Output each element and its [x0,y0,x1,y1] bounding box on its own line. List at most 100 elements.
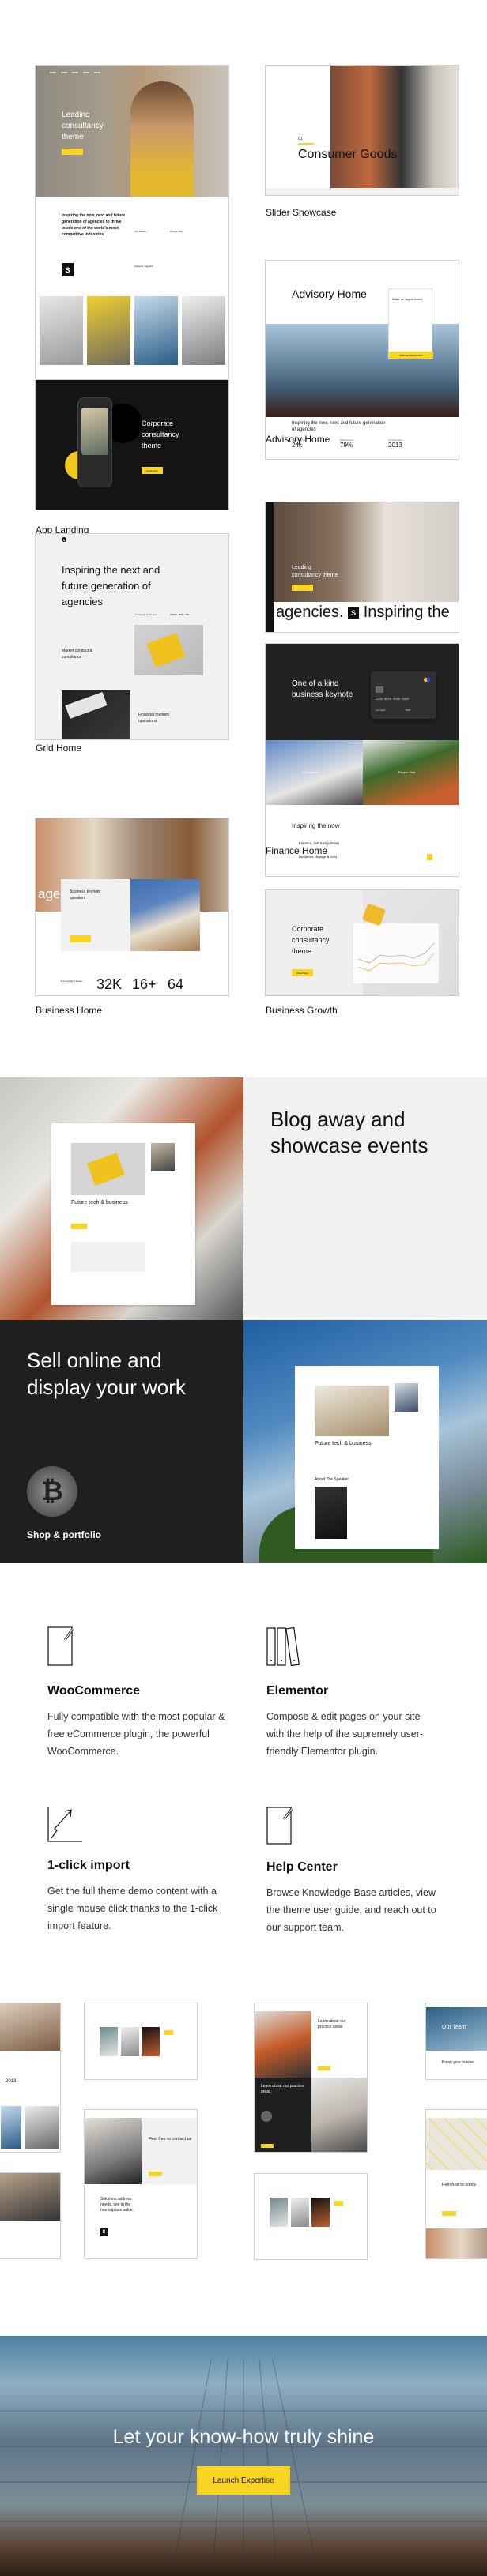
read-more-button[interactable] [70,935,91,942]
slide-progress [298,143,314,145]
demo-label-grid-home[interactable]: Grid Home [36,743,81,754]
note-pencil-icon [266,1807,293,1845]
launch-expertise-button[interactable]: Launch Expertise [197,2466,290,2495]
demo-label-business-home[interactable]: Business Home [36,1005,102,1016]
feature-woocommerce: WooCommerce Fully compatible with the mo… [47,1626,245,1760]
demo-card-main-home[interactable]: Leading consultancy theme Inspiring the … [35,65,229,385]
logo-icon: S [348,607,360,619]
mockup-speaker-heading: About The Speaker [315,1477,349,1482]
read-more-button[interactable]: Read More [292,969,313,976]
collage-shop-grid[interactable] [84,2003,198,2080]
binder-image [134,625,203,675]
product-2 [121,2027,139,2056]
make-appointment-button[interactable]: Make an Appointment [389,352,433,359]
tagline: Inspiring the now, next and future gener… [62,213,126,237]
demo-card-business-growth[interactable]: Corporate consultancy theme Read More [265,889,459,996]
demo-label-advisory-home[interactable]: Advisory Home [266,434,330,445]
demo-label-business-growth[interactable]: Business Growth [266,1005,338,1016]
form-title: Make an appointment [392,297,423,301]
read-more-button[interactable] [62,149,83,155]
appointment-form[interactable]: Make an appointment Make an Appointment [388,288,433,359]
dashboard-chart [357,942,435,972]
shop-section: Sell online and display your work ₿ Shop… [0,1320,487,1563]
collage-conference-photo[interactable] [0,2172,61,2259]
tile-people-first[interactable]: People First [363,740,459,805]
stats-caption: From strategy to delivery [61,980,83,983]
email[interactable]: solutions@goals.com [134,613,157,616]
product-1 [270,2198,288,2227]
shop-text-panel: Sell online and display your work ₿ Shop… [0,1320,244,1563]
mockup-sidebar-photo [151,1143,175,1171]
mockup-quote [71,1242,145,1272]
demo-card-conference-home[interactable]: Leading consultancy theme agencies. S In… [265,502,459,633]
growth-arrow-icon [47,1807,82,1842]
feature-advance-together: Advance Together [134,265,154,268]
demo-card-app-landing[interactable]: Corporate consultancy theme Read More [35,379,229,510]
photo [0,2173,60,2221]
mockup-image [315,1386,389,1436]
collage-contact[interactable]: Feel free to contact us Solutions addres… [84,2109,198,2259]
tile-our-values[interactable]: Our Values [266,740,363,805]
read-more-button[interactable] [318,2066,330,2070]
marquee-text: agencies. S Inspiring the [276,604,450,622]
phone[interactable]: (0650) - 835 - 788 [170,613,189,616]
hero-image: Leading consultancy theme [36,66,228,197]
hero-image [330,66,459,188]
demo-card-finance-home[interactable]: One of a kind business keynote 1234 5678… [265,643,459,877]
send-message-button[interactable] [442,2211,456,2216]
collage-shop-grid-2[interactable] [254,2173,368,2260]
item-financial-markets: Financial markets operations [138,713,170,724]
photo-reading [311,2078,367,2152]
blog-text-panel: Blog away and showcase events [244,1077,487,1320]
feature-desc: Get the full theme demo content with a s… [47,1886,218,1931]
read-more-button[interactable]: Read More [142,467,163,474]
side-bar [266,502,274,632]
photo-building [1,2106,21,2149]
collage-advisory-stats[interactable]: 2013 [0,2003,61,2153]
feature-desc: Fully compatible with the most popular &… [47,1711,225,1757]
cta-section: Let your know-how truly shine Launch Exp… [0,2336,487,2576]
bitcoin-icon: ₿ [27,1466,77,1517]
collage-our-team[interactable]: Our Team Boost your busine [425,2003,487,2080]
filter-button[interactable] [334,2201,343,2206]
business-keynote-block: Business keynote speakers [61,879,130,951]
demo-card-grid-home[interactable]: S Inspiring the next and future generati… [35,533,229,740]
accordion-toggle[interactable] [427,854,432,860]
send-message-button[interactable] [149,2172,162,2176]
marquee-word: agencies. [276,604,344,621]
nav-menu[interactable] [50,72,100,73]
boost-text: Boost your busine [442,2060,474,2065]
thumb-3 [134,296,178,365]
cta-title: Let your know-how truly shine [112,2426,375,2448]
demo-label-finance-home[interactable]: Finance Home [266,845,327,856]
mockup-post-title: Future tech & business [71,1200,128,1205]
demo-card-slider-showcase[interactable]: 01 Consumer Goods [265,65,459,196]
shop-title: Sell online and display your work [27,1348,186,1399]
tagline: Inspiring the now, next and future gener… [292,421,386,432]
collage-contact-map[interactable]: Feel free to conta [425,2109,487,2259]
demo-card-advisory-home[interactable]: Advisory Home Make an appointment Make a… [265,260,459,460]
read-more-button[interactable] [261,2144,274,2148]
note-pencil-icon [47,1626,74,1666]
binders-icon [266,1626,300,1667]
photo-team [25,2106,59,2149]
product-3 [142,2027,160,2056]
card-number: 1234 5678 9000 0000 [376,697,410,701]
bottom-bar [266,188,459,195]
card-logo [424,678,430,682]
hero-title: Corporate consultancy theme [142,419,179,449]
collage-practice-areas[interactable]: Learn about our practice areas Learn abo… [254,2003,368,2153]
team-title: Our Team [442,2025,466,2030]
read-more-button[interactable] [292,585,313,591]
contact-panel: Feel free to contact us [142,2118,197,2184]
mockup-post-title: Future tech & business [315,1441,372,1446]
filter-button[interactable] [164,2030,173,2035]
stat-value: 2013 [6,2079,17,2084]
read-more-button[interactable] [71,1224,87,1229]
hero-title: Leading consultancy theme [292,565,338,578]
hero-title: Advisory Home [292,288,367,300]
contact-title: Feel free to contact us [149,2137,192,2142]
logo-icon: S [62,263,74,276]
product-1 [100,2027,118,2056]
demo-label-slider-showcase[interactable]: Slider Showcase [266,207,336,218]
